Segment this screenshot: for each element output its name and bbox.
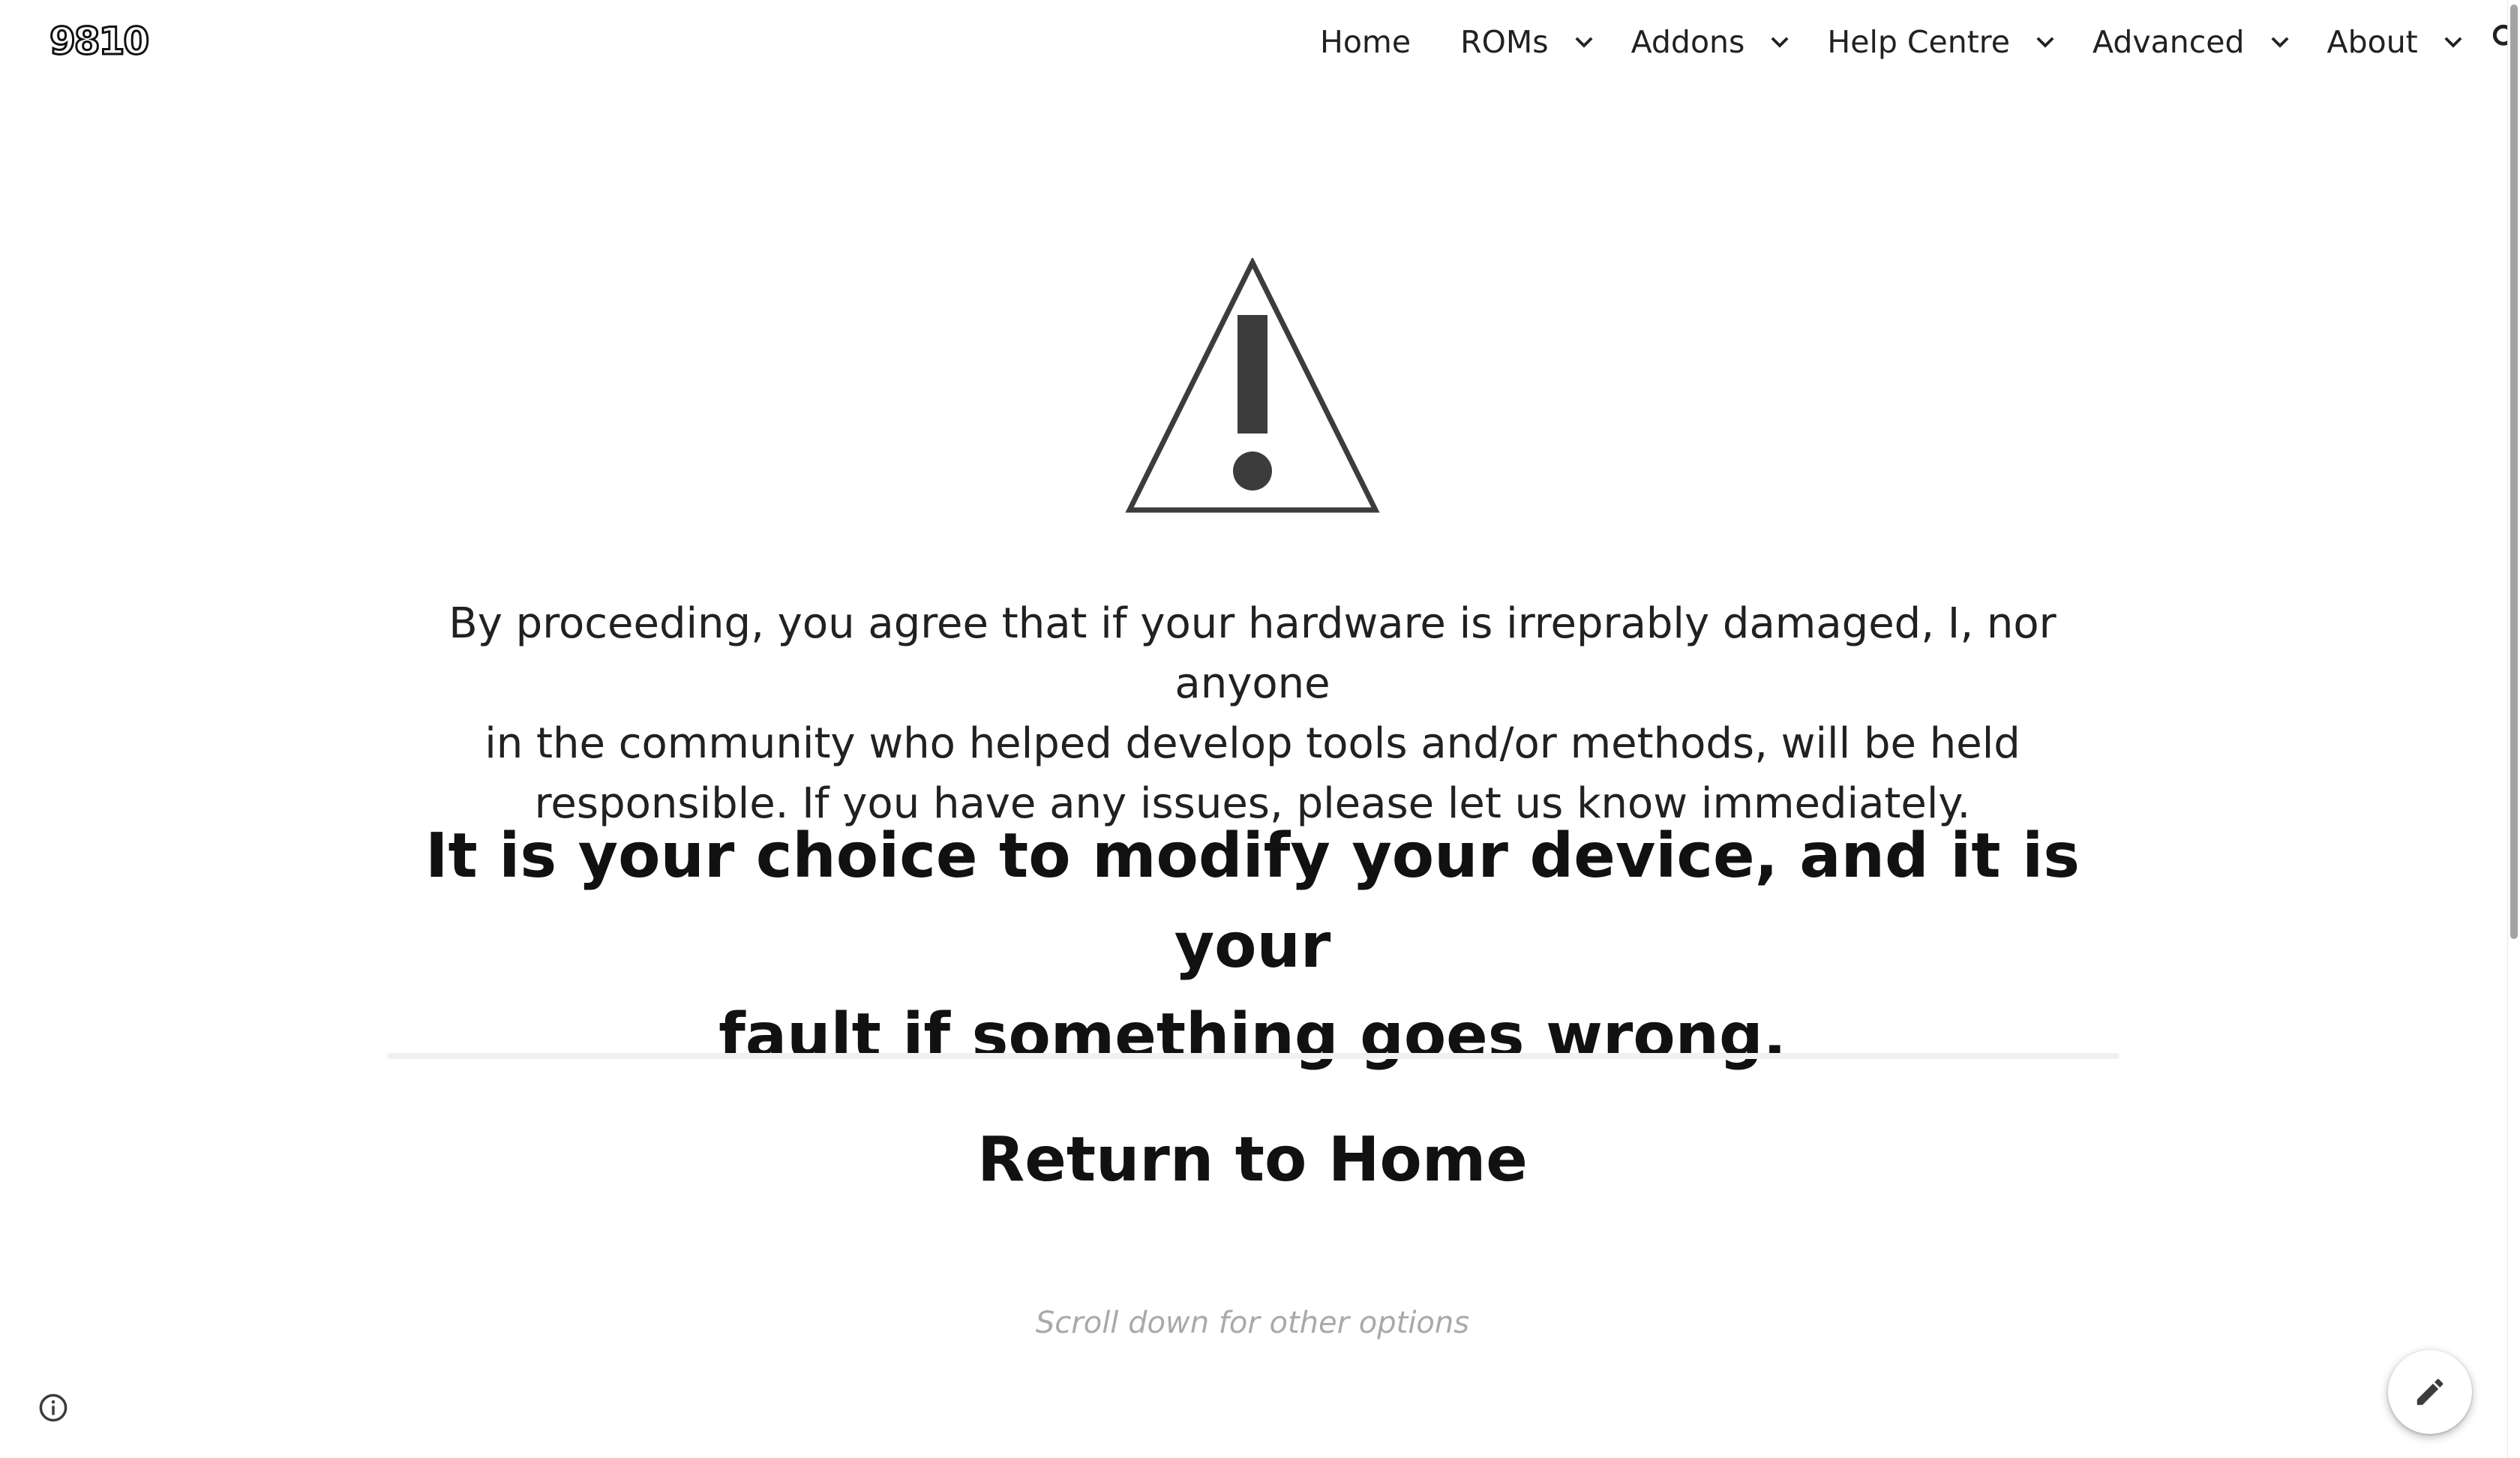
info-icon[interactable] — [38, 1392, 69, 1424]
page: 9810 Home ROMs Addons Help Centre Advanc… — [0, 0, 2520, 1458]
nav-item-help-centre[interactable]: Help Centre — [1827, 24, 2062, 60]
disclaimer-text: By proceeding, you agree that if your ha… — [382, 594, 2122, 834]
chevron-down-icon[interactable] — [1762, 25, 1797, 59]
nav-item-advanced-label: Advanced — [2092, 24, 2245, 60]
nav-item-roms-label: ROMs — [1460, 24, 1549, 60]
responsibility-heading-line-2: fault if something goes wrong. — [718, 1000, 1786, 1072]
edit-button[interactable] — [2388, 1350, 2472, 1434]
warning-triangle-icon — [1125, 258, 1380, 513]
responsibility-heading: It is your choice to modify your device,… — [382, 812, 2122, 1082]
chevron-down-icon[interactable] — [2436, 25, 2470, 59]
chevron-down-icon[interactable] — [1567, 25, 1601, 59]
scrollbar-thumb[interactable] — [2510, 4, 2518, 939]
pencil-icon — [2416, 1378, 2444, 1406]
nav-item-addons-label: Addons — [1630, 24, 1745, 60]
scrollbar[interactable] — [2507, 0, 2520, 1458]
site-header: 9810 Home ROMs Addons Help Centre Advanc… — [0, 0, 2520, 84]
nav-item-about[interactable]: About — [2327, 24, 2470, 60]
return-to-home-link[interactable]: Return to Home — [750, 1119, 1755, 1202]
disclaimer-line-2: in the community who helped develop tool… — [484, 719, 2020, 768]
nav-item-advanced[interactable]: Advanced — [2092, 24, 2297, 60]
responsibility-heading-line-1: It is your choice to modify your device,… — [424, 820, 2080, 982]
nav-item-addons[interactable]: Addons — [1631, 24, 1798, 60]
nav-item-home[interactable]: Home — [1320, 24, 1411, 60]
divider — [387, 1053, 2120, 1059]
scroll-hint: Scroll down for other options — [1035, 1306, 1470, 1340]
chevron-down-icon[interactable] — [2028, 25, 2062, 59]
nav-item-roms[interactable]: ROMs — [1460, 24, 1601, 60]
main-nav: Home ROMs Addons Help Centre Advanced Ab… — [1320, 18, 2520, 66]
nav-item-help-centre-label: Help Centre — [1827, 24, 2010, 60]
nav-item-about-label: About — [2326, 24, 2418, 60]
disclaimer-line-1: By proceeding, you agree that if your ha… — [448, 599, 2056, 708]
chevron-down-icon[interactable] — [2263, 25, 2297, 59]
site-logo[interactable]: 9810 — [48, 16, 150, 66]
nav-item-home-label: Home — [1320, 24, 1412, 60]
